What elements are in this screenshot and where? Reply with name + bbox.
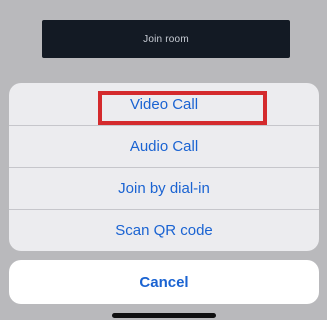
action-sheet: Video Call Audio Call Join by dial-in Sc… bbox=[9, 83, 319, 251]
join-by-dial-in-option[interactable]: Join by dial-in bbox=[9, 167, 319, 209]
join-room-label: Join room bbox=[143, 33, 189, 45]
home-indicator bbox=[112, 313, 216, 318]
join-room-bar: Join room bbox=[42, 20, 290, 58]
video-call-option[interactable]: Video Call bbox=[9, 83, 319, 125]
cancel-button[interactable]: Cancel bbox=[9, 260, 319, 304]
scan-qr-code-option[interactable]: Scan QR code bbox=[9, 209, 319, 251]
audio-call-option[interactable]: Audio Call bbox=[9, 125, 319, 167]
